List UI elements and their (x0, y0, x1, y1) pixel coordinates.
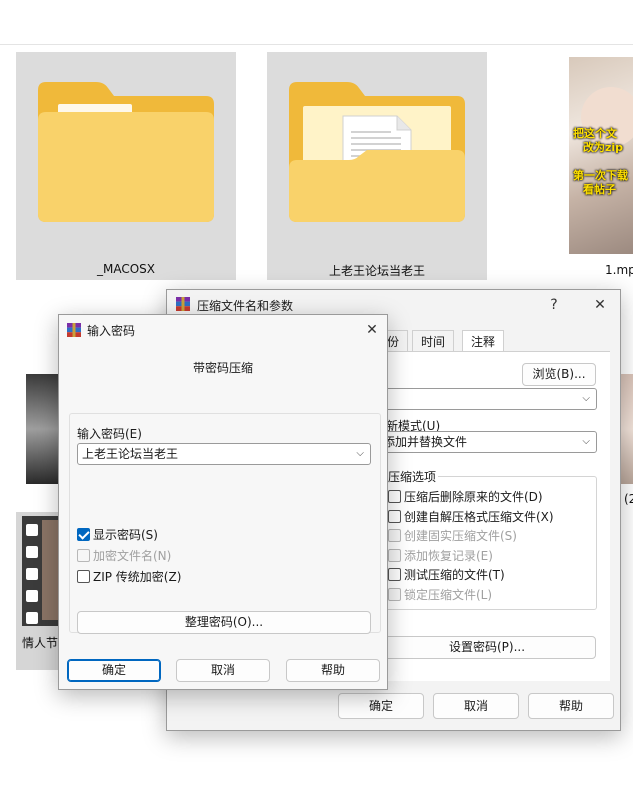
password-cancel-button[interactable]: 取消 (176, 659, 270, 682)
help-icon[interactable]: ? (541, 294, 567, 316)
folder-label: _MACOSX (96, 262, 155, 276)
image-thumbnail[interactable] (26, 374, 62, 484)
winrar-icon (67, 323, 81, 337)
checkbox-icon[interactable] (388, 509, 401, 523)
image-thumbnail-right[interactable] (620, 374, 633, 484)
tab-time[interactable]: 时间 (412, 330, 455, 352)
close-icon[interactable]: ✕ (359, 319, 385, 341)
password-dialog-titlebar: 输入密码 ✕ (59, 315, 387, 345)
file-label-valentine: 情人节 (22, 636, 59, 650)
password-ok-button[interactable]: 确定 (67, 659, 161, 682)
option-label: 创建自解压格式压缩文件(X) (404, 509, 554, 524)
file-label-mp4: 1.mp (605, 263, 633, 277)
explorer-top-divider (0, 44, 633, 45)
organize-passwords-button[interactable]: 整理密码(O)... (77, 611, 371, 634)
password-value: 上老王论坛当老王 (82, 447, 179, 461)
password-dialog-title: 输入密码 (87, 324, 136, 338)
option-checkbox[interactable]: ZIP 传统加密(Z) (77, 569, 181, 585)
checkbox-icon (388, 529, 401, 543)
option-label: 加密文件名(N) (93, 549, 172, 563)
password-label: 输入密码(E) (77, 427, 142, 441)
checkbox-icon (388, 548, 401, 562)
option-label: ZIP 传统加密(Z) (93, 570, 182, 584)
checkbox-checked-icon[interactable] (77, 528, 90, 541)
folder-tile-macosx[interactable]: _MACOSX (16, 52, 236, 280)
archive-name-select[interactable]: ⌵ (378, 388, 597, 410)
password-input[interactable]: 上老王论坛当老王 ⌵ (77, 443, 371, 465)
option-checkbox: 加密文件名(N) (77, 548, 171, 564)
password-help-button[interactable]: 帮助 (286, 659, 380, 682)
option-label: 添加恢复记录(E) (404, 548, 493, 563)
checkbox-icon[interactable] (388, 568, 401, 582)
close-icon[interactable]: ✕ (587, 294, 613, 316)
folder-icon (38, 82, 214, 222)
thumbnail-caption-4: 看帖子 (583, 183, 616, 196)
archive-options-label: 压缩选项 (386, 468, 439, 485)
option-label: 显示密码(S) (93, 528, 158, 542)
password-dialog-heading: 带密码压缩 (192, 361, 253, 375)
chevron-down-icon: ⌵ (582, 436, 590, 447)
archive-cancel-button[interactable]: 取消 (433, 693, 519, 719)
folder-tile-laowang[interactable]: 上老王论坛当老王 (267, 52, 487, 280)
chevron-down-icon: ⌵ (582, 393, 590, 404)
option-label: 压缩后删除原来的文件(D) (404, 490, 543, 504)
file-label-right: (2 (624, 492, 633, 506)
option-checkbox[interactable]: 压缩后删除原来的文件(D) (388, 489, 543, 505)
tab-comment[interactable]: 注释 (462, 330, 505, 352)
checkbox-icon[interactable] (77, 570, 90, 583)
video-tile-valentine[interactable]: 情人节 (16, 512, 62, 670)
password-dialog: 输入密码 ✕ 带密码压缩 输入密码(E) 上老王论坛当老王 ⌵ 显示密码(S) 加… (58, 314, 388, 690)
archive-ok-button[interactable]: 确定 (338, 693, 424, 719)
winrar-icon (176, 297, 190, 311)
option-checkbox[interactable]: 测试压缩的文件(T) (388, 567, 505, 583)
set-password-button[interactable]: 设置密码(P)... (378, 636, 596, 659)
folder-with-document-icon (289, 82, 465, 222)
browse-button[interactable]: 浏览(B)... (522, 363, 596, 386)
folder-label: 上老王论坛当老王 (328, 264, 425, 278)
checkbox-icon[interactable] (388, 490, 401, 503)
option-label: 创建固实压缩文件(S) (404, 529, 517, 544)
checkbox-icon (388, 588, 401, 601)
option-checkbox[interactable]: 创建自解压格式压缩文件(X) (388, 509, 554, 525)
thumbnail-caption-2: 改为zip (583, 141, 624, 154)
chevron-down-icon: ⌵ (356, 448, 364, 459)
archive-help-button[interactable]: 帮助 (528, 693, 614, 719)
option-checkbox: 锁定压缩文件(L) (388, 587, 492, 603)
checkbox-icon (77, 549, 90, 562)
option-checkbox: 添加恢复记录(E) (388, 548, 493, 564)
film-strip-icon (22, 516, 62, 626)
option-checkbox[interactable]: 显示密码(S) (77, 527, 158, 543)
update-mode-value: 添加并替换文件 (383, 435, 468, 449)
update-mode-select[interactable]: 添加并替换文件 ⌵ (378, 431, 597, 453)
archive-dialog-title: 压缩文件名和参数 (197, 299, 294, 313)
option-label: 锁定压缩文件(L) (404, 588, 493, 602)
option-checkbox: 创建固实压缩文件(S) (388, 528, 517, 544)
video-thumbnail[interactable]: 把这个文 改为zip 第一次下载 看帖子 (569, 57, 633, 254)
option-label: 测试压缩的文件(T) (404, 568, 505, 583)
